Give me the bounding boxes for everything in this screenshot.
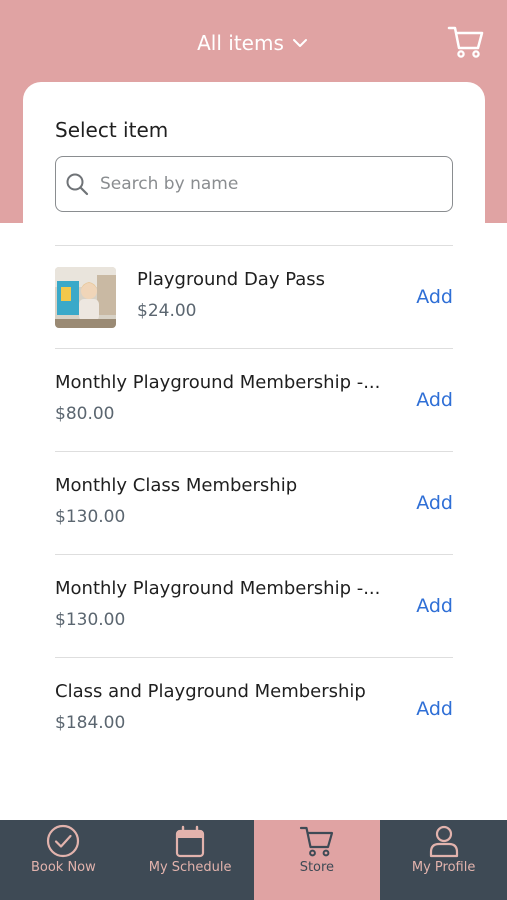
nav-book-now[interactable]: Book Now — [0, 820, 127, 900]
add-button[interactable]: Add — [416, 698, 453, 720]
item-name: Class and Playground Membership — [55, 681, 366, 702]
nav-my-profile[interactable]: My Profile — [380, 820, 507, 900]
store-screen: All items Select item Search by name Pla… — [0, 0, 507, 900]
nav-label: Book Now — [30, 860, 96, 875]
list-item: Class and Playground Membership $184.00 … — [55, 657, 453, 760]
list-item: Monthly Playground Membership -... $130.… — [55, 554, 453, 657]
nav-label: My Schedule — [148, 860, 232, 875]
select-item-card: Select item Search by name Playground Da… — [23, 82, 485, 842]
item-price: $130.00 — [55, 610, 126, 630]
calendar-icon — [171, 822, 209, 860]
add-button[interactable]: Add — [416, 389, 453, 411]
cart-icon — [298, 822, 336, 860]
item-thumbnail — [55, 267, 116, 328]
nav-label: My Profile — [411, 860, 476, 875]
list-item: Monthly Playground Membership -... $80.0… — [55, 348, 453, 451]
add-button[interactable]: Add — [416, 595, 453, 617]
chevron-down-icon — [290, 33, 310, 53]
category-dropdown[interactable]: All items — [0, 28, 507, 58]
item-price: $184.00 — [55, 713, 126, 733]
list-item: Playground Day Pass $24.00 Add — [55, 245, 453, 348]
add-button[interactable]: Add — [416, 286, 453, 308]
search-icon — [65, 172, 89, 196]
nav-my-schedule[interactable]: My Schedule — [127, 820, 254, 900]
check-circle-icon — [44, 822, 82, 860]
search-input[interactable] — [100, 167, 440, 201]
item-price: $80.00 — [55, 404, 115, 424]
item-name: Monthly Playground Membership -... — [55, 578, 381, 599]
item-price: $24.00 — [137, 301, 197, 321]
item-name: Playground Day Pass — [137, 269, 326, 290]
cart-button[interactable] — [446, 22, 486, 62]
category-dropdown-label: All items — [197, 31, 284, 55]
nav-label: Store — [299, 860, 335, 875]
nav-store[interactable]: Store — [253, 820, 381, 900]
item-price: $130.00 — [55, 507, 126, 527]
add-button[interactable]: Add — [416, 492, 453, 514]
list-item: Monthly Class Membership $130.00 Add — [55, 451, 453, 554]
item-name: Monthly Class Membership — [55, 475, 298, 496]
item-list: Playground Day Pass $24.00 Add Monthly P… — [55, 245, 453, 760]
person-icon — [425, 822, 463, 860]
card-title: Select item — [55, 118, 169, 142]
item-name: Monthly Playground Membership -... — [55, 372, 381, 393]
search-box[interactable] — [55, 156, 453, 212]
bottom-nav: Book Now My Schedule Store My Profile — [0, 820, 507, 900]
cart-icon — [447, 26, 484, 58]
